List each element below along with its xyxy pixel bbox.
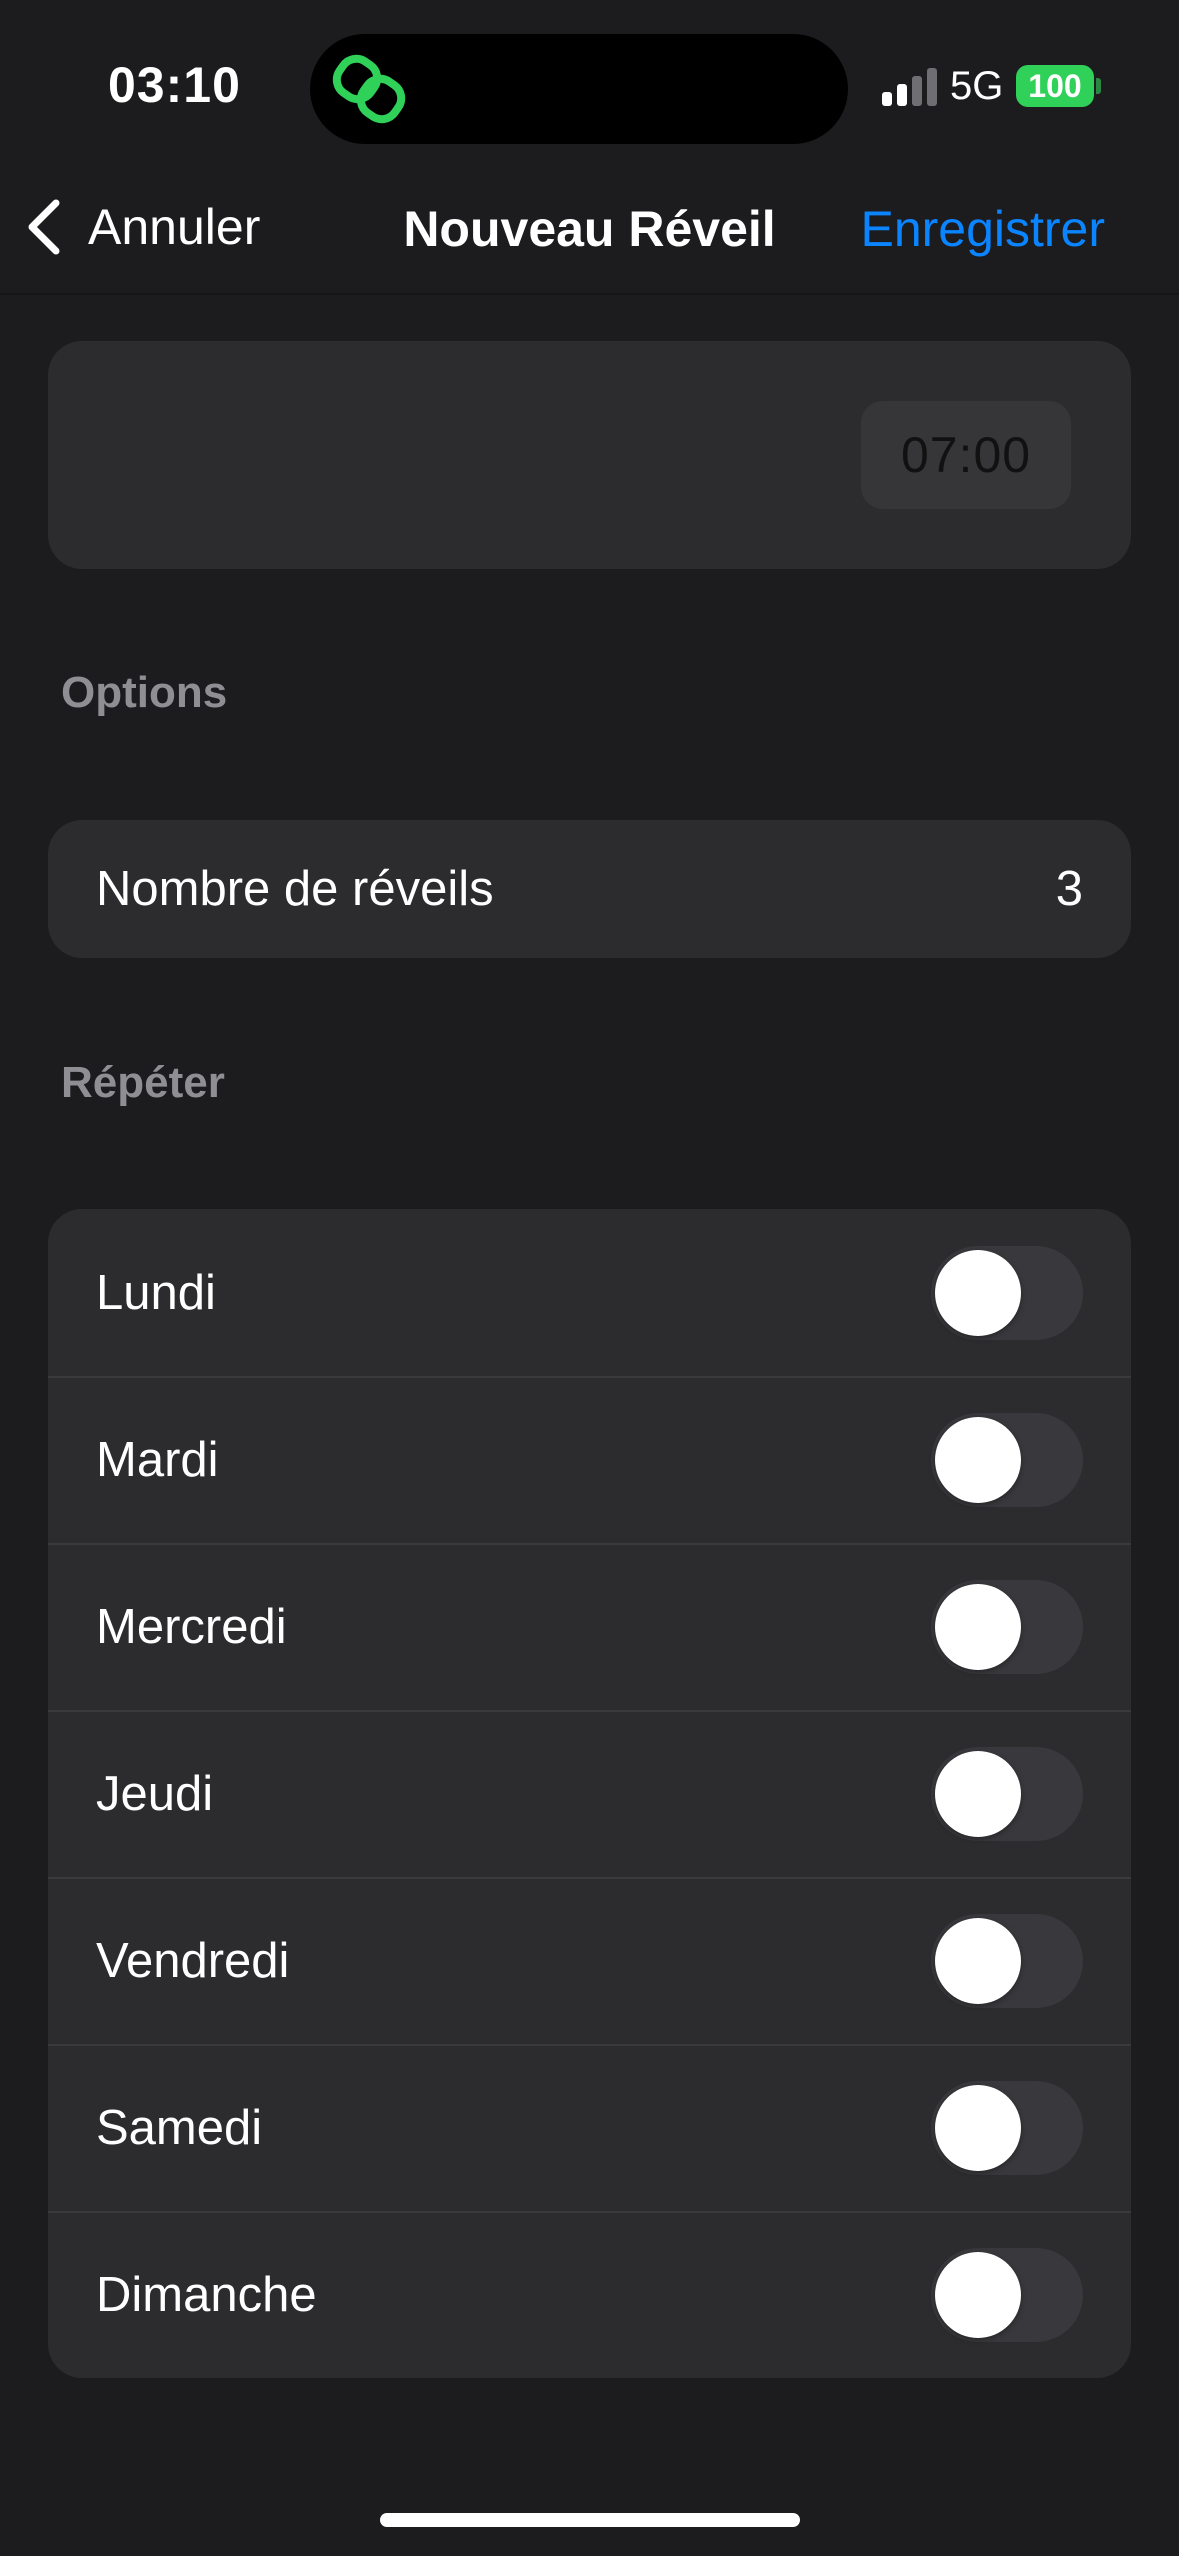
- battery-tip: [1096, 78, 1101, 94]
- toggle-knob: [935, 1249, 1021, 1336]
- toggle-knob: [935, 1416, 1021, 1503]
- cellular-signal-icon: [882, 68, 938, 106]
- saturday-toggle[interactable]: [931, 2080, 1083, 2175]
- battery-icon: 100: [1016, 65, 1094, 107]
- day-row-sunday: Dimanche: [48, 2211, 1131, 2378]
- friday-toggle[interactable]: [931, 1913, 1083, 2008]
- dynamic-island: [310, 34, 848, 144]
- day-row-wednesday: Mercredi: [48, 1543, 1131, 1710]
- monday-toggle[interactable]: [931, 1245, 1083, 1340]
- day-row-friday: Vendredi: [48, 1877, 1131, 2044]
- toggle-knob: [935, 2084, 1021, 2171]
- status-bar: 03:10 5G 100: [0, 0, 1179, 170]
- home-indicator[interactable]: [380, 2513, 800, 2527]
- toggle-knob: [935, 2251, 1021, 2338]
- toggle-knob: [935, 1583, 1021, 1670]
- day-row-monday: Lundi: [48, 1209, 1131, 1376]
- day-row-saturday: Samedi: [48, 2044, 1131, 2211]
- sunday-toggle[interactable]: [931, 2247, 1083, 2342]
- tuesday-toggle[interactable]: [931, 1412, 1083, 1507]
- options-header: Options: [61, 668, 228, 717]
- navigation-bar: Annuler Nouveau Réveil Enregistrer: [0, 170, 1179, 295]
- day-row-thursday: Jeudi: [48, 1710, 1131, 1877]
- alarm-count-row[interactable]: Nombre de réveils 3: [48, 820, 1131, 958]
- toggle-knob: [935, 1750, 1021, 1837]
- day-label: Mercredi: [96, 1599, 287, 1654]
- time-picker[interactable]: 07:00: [861, 401, 1071, 509]
- repeat-header: Répéter: [61, 1058, 225, 1107]
- save-button[interactable]: Enregistrer: [860, 200, 1105, 258]
- toggle-knob: [935, 1917, 1021, 2004]
- wednesday-toggle[interactable]: [931, 1579, 1083, 1674]
- alarm-count-value: 3: [1055, 862, 1083, 916]
- day-label: Vendredi: [96, 1933, 290, 1988]
- day-row-tuesday: Mardi: [48, 1376, 1131, 1543]
- link-rings-icon: [332, 54, 406, 124]
- repeat-card: Lundi Mardi Mercredi Jeudi Vendredi Same…: [48, 1209, 1131, 2378]
- day-label: Lundi: [96, 1265, 216, 1320]
- network-type: 5G: [950, 64, 1004, 108]
- options-card: Nombre de réveils 3: [48, 820, 1131, 958]
- status-time: 03:10: [108, 57, 241, 113]
- alarm-count-label: Nombre de réveils: [96, 862, 494, 916]
- day-label: Jeudi: [96, 1766, 214, 1821]
- day-label: Dimanche: [96, 2267, 317, 2322]
- time-card: 07:00: [48, 341, 1131, 569]
- thursday-toggle[interactable]: [931, 1746, 1083, 1841]
- day-label: Mardi: [96, 1432, 219, 1487]
- day-label: Samedi: [96, 2100, 263, 2155]
